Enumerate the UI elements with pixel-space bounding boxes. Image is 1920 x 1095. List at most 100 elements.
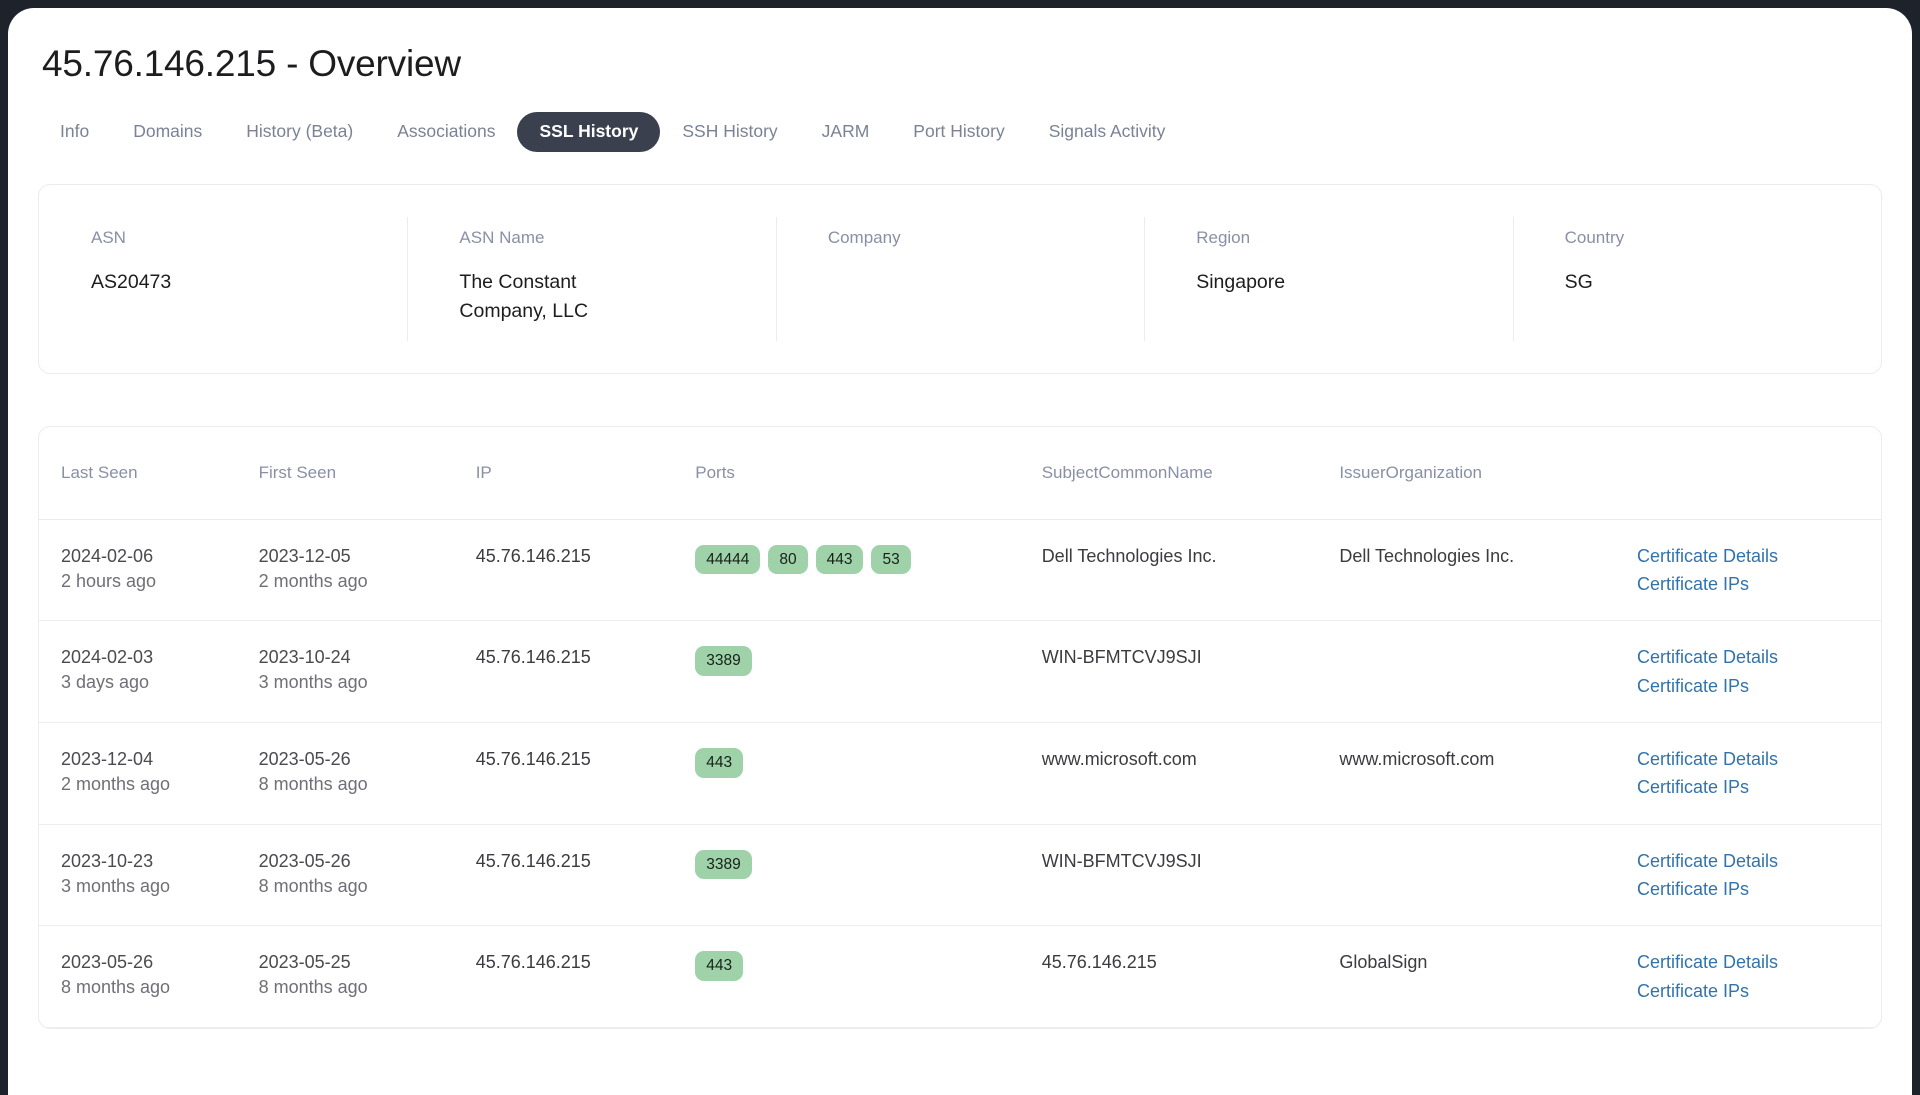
table-body: 2024-02-06 2 hours ago 2023-12-05 2 months … [39, 519, 1881, 1028]
info-field-asn: ASN AS20473 [39, 185, 407, 373]
table-row: 2023-10-23 3 months ago 2023-05-26 8 months… [39, 824, 1881, 927]
cell-last-seen: 2023-05-26 8 months ago [39, 925, 259, 1028]
cell-last-seen: 2023-10-23 3 months ago [39, 824, 259, 927]
info-field-asn-name: ASN Name The Constant Company, LLC [407, 185, 775, 373]
certificate-link-group: Certificate Details Certificate IPs [1637, 950, 1871, 1003]
certificate-details-link[interactable]: Certificate Details [1637, 747, 1871, 771]
cell-certificate-links: Certificate Details Certificate IPs [1636, 824, 1881, 927]
tab-ssh-history[interactable]: SSH History [660, 112, 799, 152]
tab-info[interactable]: Info [38, 112, 111, 152]
tab-ssl-history[interactable]: SSL History [517, 112, 661, 152]
column-header-ports: Ports [695, 426, 1042, 520]
last-seen-date: 2023-12-04 [61, 749, 154, 770]
cell-first-seen: 2023-05-26 8 months ago [258, 824, 476, 927]
info-field-value: SG [1564, 270, 1593, 293]
table-header: Last Seen First Seen IP Ports SubjectCommonN… [39, 426, 1881, 520]
tab-associations[interactable]: Associations [375, 112, 517, 152]
info-field-country: Country SG [1512, 185, 1881, 373]
column-header-first-seen: First Seen [258, 426, 476, 520]
certificate-ips-link[interactable]: Certificate IPs [1637, 572, 1871, 596]
cell-issuer-organization: GlobalSign [1339, 925, 1637, 1028]
page-title: 45.76.146.215 - Overview [42, 43, 461, 84]
table-row: 2024-02-06 2 hours ago 2023-12-05 2 months … [39, 519, 1881, 622]
last-seen-date: 2023-10-23 [61, 850, 154, 871]
ssl-history-table: Last Seen First Seen IP Ports SubjectCommonN… [39, 426, 1881, 1028]
cell-certificate-links: Certificate Details Certificate IPs [1636, 925, 1881, 1028]
last-seen-date: 2023-05-26 [61, 952, 154, 973]
certificate-ips-link[interactable]: Certificate IPs [1637, 674, 1871, 698]
cell-certificate-links: Certificate Details Certificate IPs [1636, 620, 1881, 724]
cell-first-seen: 2023-12-05 2 months ago [258, 519, 476, 622]
cell-ports: 44444 80 443 53 [695, 519, 1042, 622]
port-badge[interactable]: 3389 [695, 646, 752, 676]
last-seen-relative: 3 months ago [61, 875, 171, 896]
port-badge-list: 3389 [695, 849, 1031, 880]
info-field-company: Company [775, 185, 1144, 373]
port-badge[interactable]: 443 [815, 544, 864, 575]
first-seen-relative: 3 months ago [258, 672, 368, 693]
port-badge[interactable]: 443 [695, 748, 744, 778]
certificate-details-link[interactable]: Certificate Details [1637, 950, 1871, 974]
tab-port-history[interactable]: Port History [891, 112, 1026, 152]
ssl-history-table-card: Last Seen First Seen IP Ports SubjectCommonN… [38, 425, 1882, 1029]
last-seen-relative: 2 months ago [61, 773, 171, 794]
column-header-subjectcommonname: SubjectCommonName [1041, 426, 1340, 520]
cell-issuer-organization [1339, 620, 1637, 724]
tab-bar: Info Domains History (Beta) Associations SSL… [38, 112, 1882, 152]
cell-subject-common-name: www.microsoft.com [1041, 722, 1340, 825]
info-field-value: AS20473 [91, 270, 172, 293]
tab-signals-activity[interactable]: Signals Activity [1027, 112, 1188, 152]
first-seen-relative: 2 months ago [258, 570, 368, 591]
cell-ip: 45.76.146.215 [475, 722, 696, 825]
certificate-details-link[interactable]: Certificate Details [1637, 849, 1871, 873]
cell-issuer-organization [1339, 824, 1637, 927]
cell-issuer-organization: Dell Technologies Inc. [1339, 519, 1637, 622]
certificate-link-group: Certificate Details Certificate IPs [1637, 544, 1871, 597]
port-badge-list: 3389 [695, 645, 1031, 676]
column-header-issuerorganization: IssuerOrganization [1339, 426, 1637, 520]
port-badge[interactable]: 80 [768, 544, 808, 575]
certificate-ips-link[interactable]: Certificate IPs [1637, 775, 1871, 799]
port-badge[interactable]: 3389 [695, 849, 752, 880]
cell-ports: 443 [695, 722, 1042, 825]
cell-ip: 45.76.146.215 [475, 620, 696, 724]
last-seen-date: 2024-02-03 [61, 647, 154, 668]
port-badge[interactable]: 53 [871, 544, 911, 575]
tab-jarm[interactable]: JARM [800, 112, 892, 152]
certificate-link-group: Certificate Details Certificate IPs [1637, 645, 1871, 698]
cell-first-seen: 2023-05-25 8 months ago [258, 925, 476, 1028]
cell-subject-common-name: WIN-BFMTCVJ9SJI [1041, 620, 1340, 724]
port-badge-list: 44444 80 443 53 [695, 544, 1031, 575]
page-inner: 45.76.146.215 - Overview Info Domains Hist… [8, 8, 1912, 1029]
cell-ip: 45.76.146.215 [475, 519, 696, 622]
asn-info-card: ASN AS20473 ASN Name The Constant Company, … [38, 183, 1882, 374]
port-badge[interactable]: 44444 [695, 544, 761, 575]
certificate-details-link[interactable]: Certificate Details [1637, 645, 1871, 669]
info-field-label: Company [827, 227, 901, 247]
cell-subject-common-name: WIN-BFMTCVJ9SJI [1041, 824, 1340, 927]
first-seen-date: 2023-05-25 [258, 952, 351, 973]
last-seen-date: 2024-02-06 [61, 545, 154, 566]
cell-certificate-links: Certificate Details Certificate IPs [1636, 519, 1881, 622]
last-seen-relative: 8 months ago [61, 977, 171, 998]
tab-domains[interactable]: Domains [111, 112, 224, 152]
first-seen-relative: 8 months ago [258, 977, 368, 998]
first-seen-date: 2023-12-05 [258, 545, 351, 566]
certificate-ips-link[interactable]: Certificate IPs [1637, 979, 1871, 1003]
port-badge[interactable]: 443 [695, 951, 744, 981]
cell-ip: 45.76.146.215 [475, 824, 696, 927]
certificate-link-group: Certificate Details Certificate IPs [1637, 849, 1871, 902]
last-seen-relative: 3 days ago [61, 672, 150, 693]
certificate-details-link[interactable]: Certificate Details [1637, 544, 1871, 568]
cell-ports: 443 [695, 925, 1042, 1028]
tab-history-beta[interactable]: History (Beta) [224, 112, 375, 152]
cell-subject-common-name: Dell Technologies Inc. [1041, 519, 1340, 622]
cell-subject-common-name: 45.76.146.215 [1041, 925, 1340, 1028]
cell-ports: 3389 [695, 824, 1042, 927]
table-row: 2023-12-04 2 months ago 2023-05-26 8 months… [39, 722, 1881, 825]
cell-ip: 45.76.146.215 [475, 925, 696, 1028]
column-header-actions [1636, 426, 1881, 520]
info-field-value: The Constant Company, LLC [459, 270, 589, 322]
certificate-ips-link[interactable]: Certificate IPs [1637, 877, 1871, 901]
cell-last-seen: 2024-02-03 3 days ago [39, 620, 259, 724]
